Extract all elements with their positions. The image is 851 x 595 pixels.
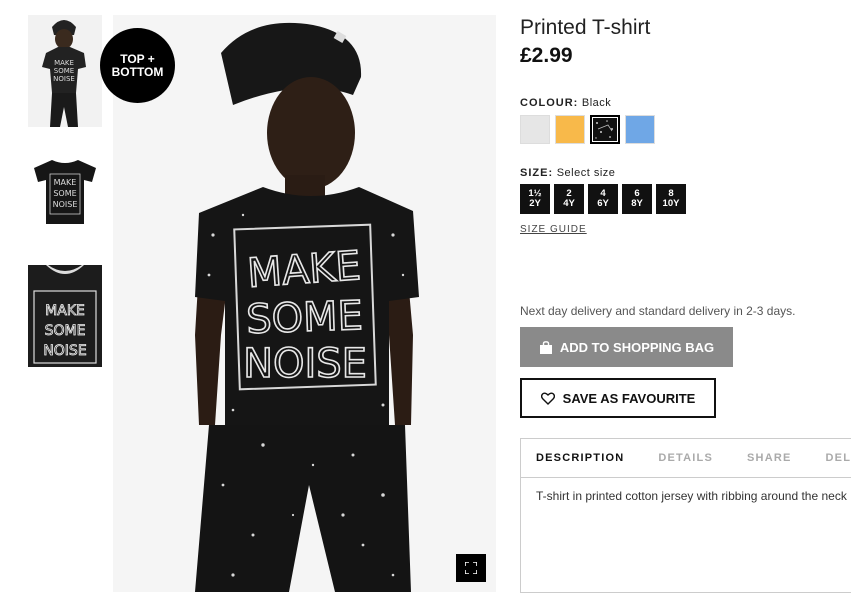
size-options: 1½ 2Y 2 4Y 4 6Y 6 8Y 8 10Y bbox=[520, 184, 686, 214]
tab-details[interactable]: DETAILS bbox=[658, 452, 713, 464]
product-page: MAKE SOME NOISE MAKE SOME NOISE MAKE SOM… bbox=[0, 0, 851, 595]
shirt-print-line-2: SOME bbox=[245, 293, 363, 343]
svg-text:SOME: SOME bbox=[54, 67, 74, 75]
svg-text:SOME: SOME bbox=[53, 189, 76, 198]
swatch-black[interactable] bbox=[590, 115, 620, 144]
colour-label-row: COLOUR: Black bbox=[520, 97, 611, 109]
expand-icon bbox=[465, 562, 477, 574]
add-to-bag-button[interactable]: ADD TO SHOPPING BAG bbox=[520, 327, 733, 367]
thumbnail-model-image: MAKE SOME NOISE bbox=[28, 15, 102, 127]
product-info-tabs: DESCRIPTION DETAILS SHARE DELIVI T-shirt… bbox=[520, 438, 851, 593]
promo-badge-line-1: TOP + bbox=[120, 51, 155, 66]
swatch-yellow[interactable] bbox=[555, 115, 585, 144]
shirt-print-line-1: MAKE bbox=[246, 243, 362, 297]
save-favourite-button[interactable]: SAVE AS FAVOURITE bbox=[520, 378, 716, 418]
thumbnail-tshirt-front[interactable]: MAKE SOME NOISE bbox=[28, 150, 102, 230]
size-option-bottom: 4Y bbox=[563, 198, 575, 209]
svg-text:NOISE: NOISE bbox=[53, 200, 78, 209]
delivery-info: Next day delivery and standard delivery … bbox=[520, 304, 796, 318]
swatch-light-grey[interactable] bbox=[520, 115, 550, 144]
size-option-10y[interactable]: 8 10Y bbox=[656, 184, 686, 214]
promo-badge: TOP + BOTTOM bbox=[100, 28, 175, 103]
product-price: £2.99 bbox=[520, 44, 573, 67]
colour-selected-value: Black bbox=[581, 97, 612, 109]
main-product-image[interactable]: MAKE SOME NOISE bbox=[113, 15, 496, 592]
add-to-bag-label: ADD TO SHOPPING BAG bbox=[559, 339, 715, 355]
thumbnail-model[interactable]: MAKE SOME NOISE bbox=[28, 15, 102, 127]
heart-icon bbox=[540, 392, 555, 405]
tab-delivery[interactable]: DELIVI bbox=[826, 452, 851, 464]
svg-text:NOISE: NOISE bbox=[53, 75, 75, 83]
black-swatch-pattern bbox=[592, 117, 618, 142]
svg-text:MAKE: MAKE bbox=[54, 178, 77, 187]
svg-text:MAKE: MAKE bbox=[45, 303, 85, 319]
swatch-blue[interactable] bbox=[625, 115, 655, 144]
thumbnail-print-detail[interactable]: MAKE SOME NOISE bbox=[28, 265, 102, 367]
svg-text:SOME: SOME bbox=[45, 323, 86, 339]
size-label-row: SIZE: Select size bbox=[520, 167, 615, 179]
svg-text:NOISE: NOISE bbox=[43, 343, 86, 359]
size-option-bottom: 6Y bbox=[597, 198, 609, 209]
size-option-2y[interactable]: 1½ 2Y bbox=[520, 184, 550, 214]
tab-description[interactable]: DESCRIPTION bbox=[536, 452, 624, 464]
svg-text:MAKE: MAKE bbox=[54, 59, 74, 67]
size-option-bottom: 10Y bbox=[662, 198, 680, 209]
tab-share[interactable]: SHARE bbox=[747, 452, 792, 464]
description-text: T-shirt in printed cotton jersey with ri… bbox=[536, 489, 847, 503]
size-option-bottom: 8Y bbox=[631, 198, 643, 209]
size-label: SIZE: bbox=[520, 167, 554, 179]
promo-badge-line-2: BOTTOM bbox=[111, 64, 164, 79]
thumbnail-print-image: MAKE SOME NOISE bbox=[28, 265, 102, 367]
save-favourite-label: SAVE AS FAVOURITE bbox=[562, 390, 696, 406]
size-guide-link[interactable]: SIZE GUIDE bbox=[520, 224, 587, 235]
size-option-bottom: 2Y bbox=[529, 198, 541, 209]
shopping-bag-icon bbox=[539, 340, 552, 354]
shirt-print-line-3: NOISE bbox=[243, 341, 367, 387]
tab-bar: DESCRIPTION DETAILS SHARE DELIVI bbox=[521, 439, 851, 478]
colour-swatches bbox=[520, 115, 655, 144]
colour-label: COLOUR: bbox=[520, 97, 579, 109]
thumbnail-tshirt-image: MAKE SOME NOISE bbox=[28, 150, 102, 230]
fullscreen-button[interactable] bbox=[456, 554, 486, 582]
size-option-8y[interactable]: 6 8Y bbox=[622, 184, 652, 214]
product-title: Printed T-shirt bbox=[520, 16, 651, 39]
size-option-4y[interactable]: 2 4Y bbox=[554, 184, 584, 214]
size-placeholder: Select size bbox=[556, 167, 616, 179]
size-option-6y[interactable]: 4 6Y bbox=[588, 184, 618, 214]
model-photo: MAKE SOME NOISE bbox=[113, 15, 496, 592]
